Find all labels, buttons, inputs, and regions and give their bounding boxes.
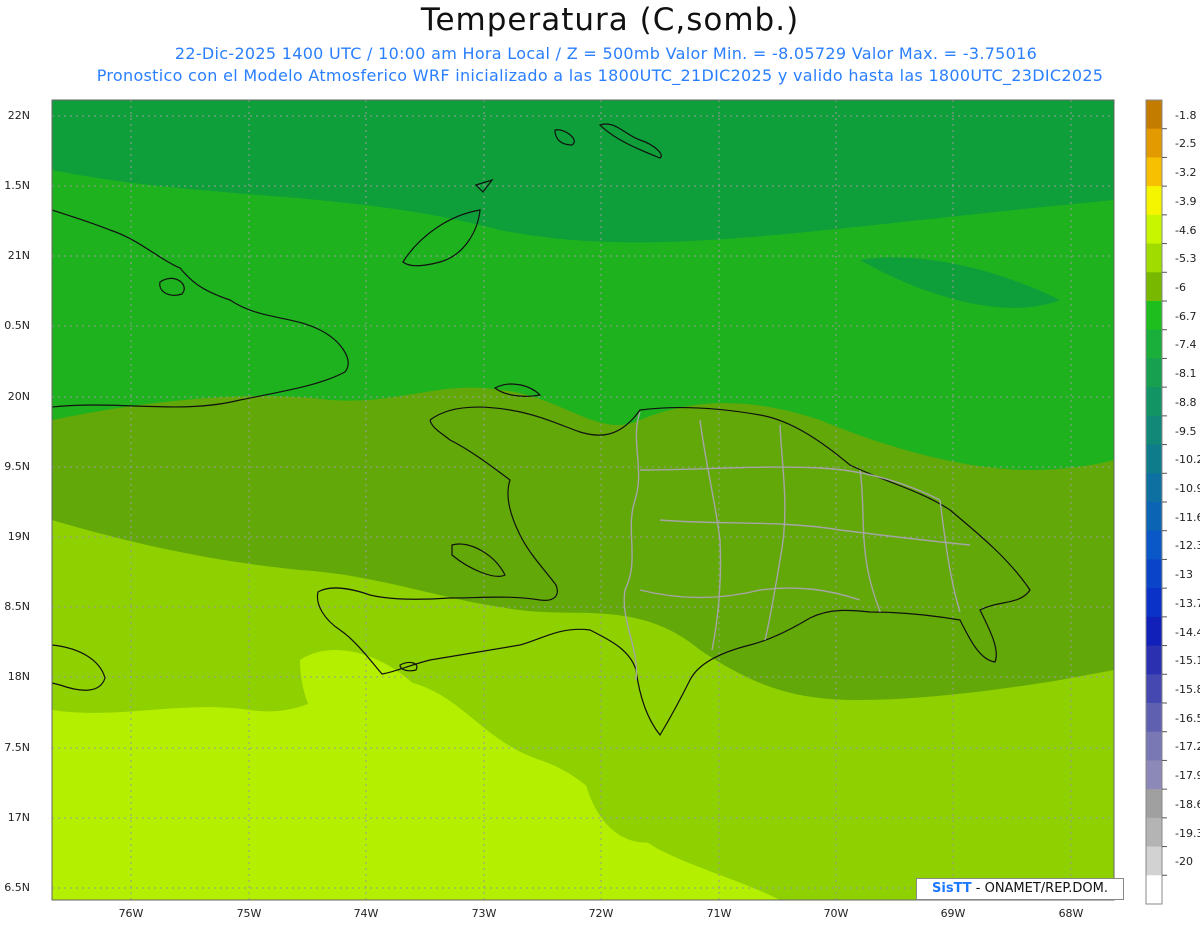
colorbar-swatch	[1146, 645, 1162, 675]
lat-label: 6.5N	[4, 881, 30, 894]
colorbar-swatch	[1146, 530, 1162, 560]
colorbar-swatch	[1146, 329, 1162, 359]
colorbar-label: -9.5	[1175, 424, 1197, 438]
colorbar-label: -10.2	[1175, 453, 1200, 467]
lon-label: 71W	[706, 907, 732, 920]
lon-label: 76W	[118, 907, 144, 920]
lat-label: 0.5N	[4, 319, 30, 332]
lat-label: 22N	[7, 109, 30, 122]
colorbar-label: -10.9	[1175, 482, 1200, 495]
lon-label: 68W	[1058, 907, 1084, 920]
colorbar-swatch	[1146, 444, 1162, 474]
colorbar-swatch	[1146, 588, 1162, 618]
lon-label: 75W	[236, 907, 262, 920]
lon-label: 70W	[823, 907, 849, 920]
temperature-field	[52, 100, 1114, 900]
colorbar-swatch	[1146, 559, 1162, 589]
credit-box: SisTT - ONAMET/REP.DOM.	[916, 878, 1124, 900]
colorbar-swatch	[1146, 674, 1162, 704]
colorbar-swatch	[1146, 789, 1162, 819]
lon-label: 69W	[940, 907, 966, 920]
lat-label: 18N	[7, 670, 30, 683]
colorbar-swatch	[1146, 128, 1162, 158]
lat-label: 1.5N	[4, 179, 30, 192]
colorbar-swatch	[1146, 100, 1162, 130]
sistt-logo: SisTT	[932, 881, 972, 896]
colorbar-label: -18.6	[1175, 797, 1200, 811]
colorbar-label: -15.1	[1175, 654, 1200, 668]
colorbar-label: -14.4	[1175, 625, 1200, 639]
colorbar-label: -11.6	[1175, 510, 1200, 524]
colorbar-label: -17.9	[1175, 769, 1200, 783]
colorbar-label: -1.8	[1175, 108, 1197, 122]
lat-label: 17N	[7, 811, 30, 824]
colorbar-swatch	[1146, 703, 1162, 733]
colorbar-label: -19.3	[1175, 826, 1200, 840]
colorbar-swatch	[1146, 186, 1162, 216]
colorbar-swatch	[1146, 358, 1162, 388]
lon-label: 73W	[471, 907, 497, 920]
lat-label: 19N	[7, 530, 30, 543]
colorbar-swatch	[1146, 415, 1162, 446]
lat-label: 8.5N	[4, 600, 30, 613]
colorbar-swatch	[1146, 817, 1162, 848]
colorbar-label: -4.6	[1175, 223, 1197, 237]
colorbar-swatch	[1146, 387, 1162, 417]
map-plot	[51, 99, 1167, 905]
colorbar-swatch	[1146, 760, 1162, 790]
colorbar-label: -13.7	[1175, 596, 1200, 610]
colorbar-label: -12.3	[1175, 539, 1200, 553]
colorbar-swatch	[1146, 272, 1162, 302]
lat-label: 20N	[7, 390, 30, 403]
colorbar-label: -8.1	[1175, 367, 1197, 381]
lat-label: 7.5N	[4, 741, 30, 754]
lon-label: 74W	[353, 907, 379, 920]
colorbar-label: -8.8	[1175, 395, 1197, 409]
colorbar-label: -17.2	[1175, 740, 1200, 754]
colorbar-label: -13	[1175, 568, 1193, 582]
colorbar-swatch	[1146, 875, 1162, 905]
colorbar-label: -7.4	[1175, 338, 1197, 352]
colorbar-label: -3.9	[1175, 194, 1197, 208]
colorbar-label: -6.7	[1175, 309, 1197, 323]
colorbar-swatch	[1146, 846, 1162, 876]
colorbar-swatch	[1146, 502, 1162, 532]
colorbar-label: -15.8	[1175, 683, 1200, 696]
colorbar-label: -20	[1175, 855, 1193, 869]
colorbar-swatch	[1146, 157, 1162, 187]
lat-label: 21N	[7, 249, 30, 262]
colorbar-label: -3.2	[1175, 166, 1197, 180]
colorbar-swatch	[1146, 243, 1162, 273]
colorbar-swatch	[1146, 301, 1162, 331]
credit-text: - ONAMET/REP.DOM.	[971, 881, 1108, 896]
colorbar-swatch	[1146, 214, 1162, 245]
lon-label: 72W	[588, 907, 614, 920]
colorbar-swatch	[1146, 731, 1162, 761]
colorbar-label: -6	[1175, 281, 1186, 294]
colorbar-swatch	[1146, 473, 1162, 503]
colorbar-swatch	[1146, 616, 1162, 647]
colorbar-label: -2.5	[1175, 137, 1197, 151]
lat-label: 9.5N	[4, 460, 30, 473]
colorbar-label: -5.3	[1175, 252, 1197, 266]
colorbar-label: -16.5	[1175, 711, 1200, 725]
colorbar	[1145, 99, 1167, 905]
